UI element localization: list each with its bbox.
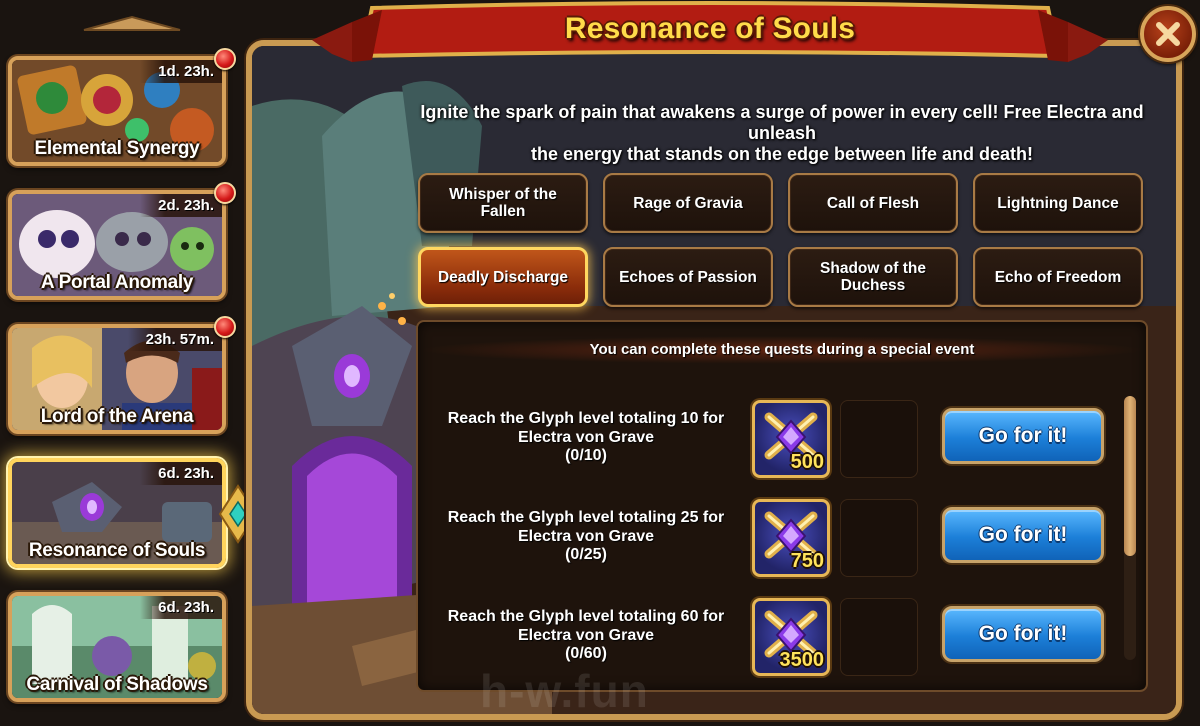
event-title: Elemental Synergy	[34, 138, 200, 159]
quest-description: Reach the Glyph level totaling 25 for El…	[436, 509, 736, 565]
tab-deadly-discharge[interactable]: Deadly Discharge	[418, 247, 588, 307]
event-card-elemental-synergy[interactable]: 1d. 23h. Elemental Synergy	[8, 56, 226, 166]
event-title: A Portal Anomaly	[40, 272, 194, 293]
tab-echoes-of-passion[interactable]: Echoes of Passion	[603, 247, 773, 307]
quest-description: Reach the Glyph level totaling 60 for El…	[436, 608, 736, 664]
event-card-lord-of-the-arena[interactable]: 23h. 57m. Lord of the Arena	[8, 324, 226, 434]
description-line: the energy that stands on the edge betwe…	[530, 144, 1034, 164]
go-for-it-button[interactable]: Go for it!	[942, 507, 1104, 563]
quest-text-line: Electra von Grave	[517, 527, 655, 545]
quest-text-line: Electra von Grave	[517, 428, 655, 446]
tab-whisper-of-the-fallen[interactable]: Whisper of the Fallen	[418, 173, 588, 233]
close-button[interactable]	[1140, 6, 1196, 62]
event-description: Ignite the spark of pain that awakens a …	[410, 102, 1154, 165]
scroll-up-arrow-icon[interactable]	[82, 14, 182, 32]
quest-text-line: Electra von Grave	[517, 626, 655, 644]
event-card-carnival-of-shadows[interactable]: 6d. 23h. Carnival of Shadows	[8, 592, 226, 702]
quest-row: Reach the Glyph level totaling 10 for El…	[418, 398, 1150, 486]
quest-list: You can complete these quests during a s…	[416, 320, 1148, 692]
go-for-it-button[interactable]: Go for it!	[942, 408, 1104, 464]
notification-dot-icon	[214, 48, 236, 70]
quest-row: Reach the Glyph level totaling 25 for El…	[418, 497, 1150, 585]
quest-list-header: You can complete these quests during a s…	[418, 336, 1146, 364]
event-title: Lord of the Arena	[40, 406, 194, 427]
tab-echo-of-freedom[interactable]: Echo of Freedom	[973, 247, 1143, 307]
reward-amount: 750	[790, 550, 824, 572]
event-timer: 2d. 23h.	[140, 194, 222, 217]
empty-reward-slot	[840, 598, 918, 676]
event-sidebar: 1d. 23h. Elemental Synergy 2d. 23h. A Po…	[0, 0, 258, 726]
notification-dot-icon	[214, 316, 236, 338]
quest-scrollbar[interactable]	[1124, 396, 1136, 660]
tab-shadow-of-the-duchess[interactable]: Shadow of the Duchess	[788, 247, 958, 307]
reward-slot[interactable]: 750	[752, 499, 830, 577]
scrollbar-thumb[interactable]	[1124, 396, 1136, 556]
event-title: Carnival of Shadows	[26, 674, 208, 695]
quest-progress: (0/10)	[565, 447, 607, 464]
quest-progress: (0/25)	[565, 546, 607, 563]
reward-slot[interactable]: 500	[752, 400, 830, 478]
quest-text-line: Reach the Glyph level totaling 60 for	[447, 608, 725, 625]
quest-text-line: Reach the Glyph level totaling 25 for	[447, 509, 725, 526]
quest-text-line: Reach the Glyph level totaling 10 for	[447, 410, 725, 427]
quest-description: Reach the Glyph level totaling 10 for El…	[436, 410, 736, 466]
notification-dot-icon	[214, 182, 236, 204]
event-timer: 6d. 23h.	[140, 462, 222, 485]
event-card-a-portal-anomaly[interactable]: 2d. 23h. A Portal Anomaly	[8, 190, 226, 300]
quest-progress: (0/60)	[565, 645, 607, 662]
event-timer: 23h. 57m.	[127, 328, 222, 351]
watermark: h-w.fun	[480, 665, 649, 717]
page-title: Resonance of Souls	[564, 12, 856, 45]
tab-call-of-flesh[interactable]: Call of Flesh	[788, 173, 958, 233]
reward-amount: 500	[790, 451, 824, 473]
tab-rage-of-gravia[interactable]: Rage of Gravia	[603, 173, 773, 233]
event-timer: 1d. 23h.	[140, 60, 222, 83]
reward-amount: 3500	[779, 649, 825, 671]
event-title: Resonance of Souls	[28, 540, 206, 561]
go-for-it-button[interactable]: Go for it!	[942, 606, 1104, 662]
event-card-resonance-of-souls[interactable]: 6d. 23h. Resonance of Souls	[8, 458, 226, 568]
reward-slot[interactable]: 3500	[752, 598, 830, 676]
close-icon	[1156, 22, 1180, 46]
description-line: Ignite the spark of pain that awakens a …	[420, 102, 1144, 143]
event-timer: 6d. 23h.	[140, 596, 222, 619]
empty-reward-slot	[840, 400, 918, 478]
tab-lightning-dance[interactable]: Lightning Dance	[973, 173, 1143, 233]
empty-reward-slot	[840, 499, 918, 577]
